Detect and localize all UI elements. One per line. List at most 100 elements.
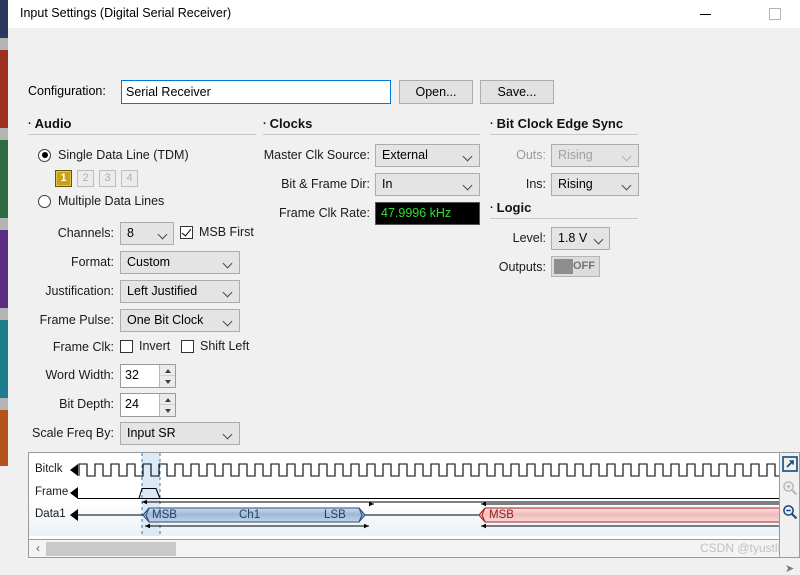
waveform-marker-lsb: LSB bbox=[324, 509, 346, 521]
word-width-value: 32 bbox=[125, 368, 139, 382]
waveform-panel[interactable]: Bitclk Frame Data1 MSB Ch1 LSB MSB ‹ bbox=[28, 452, 800, 558]
resize-grip-icon[interactable]: ➤ bbox=[785, 562, 794, 575]
invert-checkbox[interactable]: Invert bbox=[120, 339, 170, 353]
watermark-text: CSDN @tyustli bbox=[700, 541, 781, 555]
level-value: 1.8 V bbox=[558, 231, 588, 245]
save-button[interactable]: Save... bbox=[480, 80, 554, 104]
shift-left-checkbox[interactable]: Shift Left bbox=[181, 339, 249, 353]
audio-group-title: · Audio bbox=[28, 116, 72, 131]
radio-single-icon bbox=[38, 148, 51, 162]
chevron-down-icon bbox=[224, 260, 232, 268]
expand-icon[interactable] bbox=[782, 456, 798, 472]
invert-label: Invert bbox=[139, 339, 171, 353]
level-combo[interactable]: 1.8 V bbox=[551, 227, 610, 250]
clocks-bullet-icon: · bbox=[263, 118, 267, 130]
justification-combo[interactable]: Left Justified bbox=[120, 280, 240, 303]
logic-title-text: Logic bbox=[496, 200, 532, 215]
waveform-marker-msb-left: MSB bbox=[152, 509, 177, 521]
audio-bullet-icon: · bbox=[28, 118, 32, 130]
background-strip-9 bbox=[0, 398, 8, 410]
chevron-down-icon bbox=[224, 318, 232, 326]
spin-up-icon[interactable] bbox=[159, 365, 175, 376]
channels-combo[interactable]: 8 bbox=[120, 222, 174, 245]
background-strip-0 bbox=[0, 0, 8, 38]
checkbox-icon bbox=[120, 339, 133, 353]
channel-button-3[interactable]: 3 bbox=[99, 170, 116, 187]
chevron-down-icon bbox=[159, 231, 167, 239]
justification-label: Justification: bbox=[45, 284, 114, 298]
open-button[interactable]: Open... bbox=[399, 80, 473, 104]
waveform-plot[interactable]: Bitclk Frame Data1 MSB Ch1 LSB MSB bbox=[29, 453, 781, 536]
outs-combo: Rising bbox=[551, 144, 639, 167]
bit-clock-edge-sync-divider bbox=[490, 134, 638, 135]
maximize-button[interactable] bbox=[752, 0, 798, 28]
background-strip-7 bbox=[0, 308, 8, 320]
outputs-toggle[interactable]: OFF bbox=[551, 256, 600, 277]
scale-freq-label: Scale Freq By: bbox=[32, 426, 114, 440]
bces-title-text: Bit Clock Edge Sync bbox=[496, 116, 624, 131]
background-strip-2 bbox=[0, 50, 8, 128]
bit-depth-stepper[interactable]: 24 bbox=[120, 393, 176, 417]
background-strip-6 bbox=[0, 230, 8, 308]
format-combo[interactable]: Custom bbox=[120, 251, 240, 274]
channel-button-2[interactable]: 2 bbox=[77, 170, 94, 187]
radio-multiple-data-lines[interactable]: Multiple Data Lines bbox=[38, 194, 164, 208]
chevron-down-icon bbox=[623, 182, 631, 190]
radio-single-data-line[interactable]: Single Data Line (TDM) bbox=[38, 148, 189, 162]
spin-down-icon[interactable] bbox=[159, 376, 175, 387]
scroll-left-icon[interactable]: ‹ bbox=[32, 542, 44, 555]
background-strip-8 bbox=[0, 320, 8, 398]
radio-single-label: Single Data Line (TDM) bbox=[58, 148, 189, 162]
spin-up-icon[interactable] bbox=[159, 394, 175, 405]
clocks-divider bbox=[263, 134, 480, 135]
logic-divider bbox=[490, 218, 638, 219]
checkbox-icon bbox=[181, 339, 194, 353]
bit-depth-label: Bit Depth: bbox=[59, 397, 114, 411]
justification-value: Left Justified bbox=[127, 284, 198, 298]
outputs-state: OFF bbox=[573, 260, 595, 272]
word-width-stepper[interactable]: 32 bbox=[120, 364, 176, 388]
frame-clk-rate-readout: 47.9996 kHz bbox=[375, 202, 480, 225]
bit-depth-spin-buttons[interactable] bbox=[159, 394, 175, 416]
configuration-label: Configuration: bbox=[28, 84, 106, 98]
clocks-title-text: Clocks bbox=[269, 116, 313, 131]
scale-freq-combo[interactable]: Input SR bbox=[120, 422, 240, 445]
word-width-spin-buttons[interactable] bbox=[159, 365, 175, 387]
scale-freq-value: Input SR bbox=[127, 426, 176, 440]
word-width-label: Word Width: bbox=[45, 368, 114, 382]
outputs-label: Outputs: bbox=[498, 260, 546, 274]
level-label: Level: bbox=[512, 231, 546, 245]
zoom-out-icon[interactable] bbox=[782, 504, 798, 520]
minimize-button[interactable] bbox=[682, 0, 728, 28]
logic-group-title: · Logic bbox=[490, 200, 531, 215]
audio-title-text: Audio bbox=[34, 116, 72, 131]
maximize-icon bbox=[769, 8, 781, 20]
spin-down-icon[interactable] bbox=[159, 405, 175, 416]
ins-value: Rising bbox=[558, 177, 593, 191]
frame-pulse-value: One Bit Clock bbox=[127, 313, 204, 327]
outs-value: Rising bbox=[558, 148, 593, 162]
msb-first-checkbox[interactable]: MSB First bbox=[180, 225, 254, 239]
screen-root: Input Settings (Digital Serial Receiver)… bbox=[0, 0, 800, 575]
waveform-marker-ch1: Ch1 bbox=[239, 509, 261, 521]
bit-clock-edge-sync-title: · Bit Clock Edge Sync bbox=[490, 116, 623, 131]
shift-left-label: Shift Left bbox=[200, 339, 250, 353]
waveform-marker-msb-right: MSB bbox=[489, 509, 514, 521]
chevron-down-icon bbox=[623, 153, 631, 161]
format-label: Format: bbox=[70, 255, 114, 269]
frame-clk-rate-value: 47.9996 kHz bbox=[381, 206, 452, 220]
toggle-knob bbox=[554, 259, 573, 274]
frame-clk-label: Frame Clk: bbox=[52, 340, 114, 354]
frame-pulse-combo[interactable]: One Bit Clock bbox=[120, 309, 240, 332]
waveform-hscrollbar[interactable]: ‹ bbox=[29, 539, 780, 557]
dialog-body: Configuration: Open... Save... ·Audio Si… bbox=[8, 28, 800, 575]
chevron-down-icon bbox=[595, 236, 603, 244]
background-strip-5 bbox=[0, 218, 8, 230]
zoom-in-icon[interactable] bbox=[782, 480, 798, 496]
channel-button-4[interactable]: 4 bbox=[121, 170, 138, 187]
scroll-thumb[interactable] bbox=[46, 542, 176, 556]
outs-label: Outs: bbox=[516, 148, 546, 162]
channel-button-1[interactable]: 1 bbox=[55, 170, 72, 187]
configuration-input[interactable] bbox=[121, 80, 391, 104]
ins-combo[interactable]: Rising bbox=[551, 173, 639, 196]
